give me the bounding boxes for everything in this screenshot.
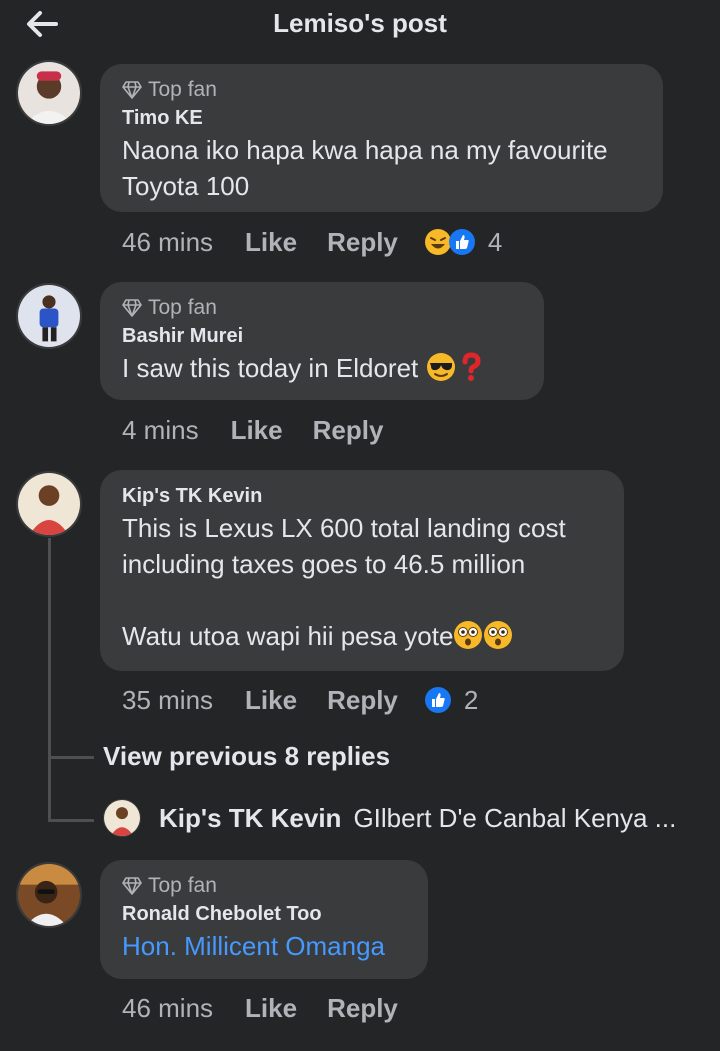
avatar-timo-ke[interactable]	[16, 60, 82, 126]
avatar-ronald-chebolet-too[interactable]	[16, 862, 82, 928]
avatar-kips-tk-kevin[interactable]	[16, 471, 82, 537]
comment-text: This is Lexus LX 600 total landing cost …	[122, 513, 566, 579]
reply-button[interactable]: Reply	[313, 415, 384, 446]
comment-bubble: Top fan Ronald Chebolet Too Hon. Millice…	[100, 860, 428, 979]
comment-time: 46 mins	[122, 226, 214, 257]
badge-label: Top fan	[148, 78, 217, 101]
tagged-profile-link[interactable]: Hon. Millicent Omanga	[122, 928, 406, 964]
comment-bubble: Top fan Bashir Murei I saw this today in…	[100, 282, 544, 400]
reaction-count: 2	[463, 684, 479, 715]
diamond-icon	[122, 299, 142, 317]
badge-label: Top fan	[148, 874, 217, 897]
reactions-summary[interactable]: 2	[424, 685, 478, 716]
comment-bubble: Kip's TK Kevin This is Lexus LX 600 tota…	[100, 470, 624, 671]
like-icon	[424, 686, 452, 714]
diamond-icon	[122, 81, 142, 99]
like-icon	[448, 228, 476, 256]
like-button[interactable]: Like	[245, 685, 297, 716]
reply-text: GIlbert D'e Canbal Kenya ...	[353, 802, 677, 833]
diamond-icon	[122, 877, 142, 895]
comment-actions: 4 mins Like Reply	[122, 410, 413, 450]
like-button[interactable]: Like	[231, 415, 283, 446]
thread-branch	[48, 756, 94, 759]
thread-line	[48, 538, 51, 820]
like-button[interactable]: Like	[245, 227, 297, 258]
comment-time: 35 mins	[122, 684, 214, 715]
reply-author: Kip's TK Kevin	[159, 802, 342, 833]
top-fan-badge: Top fan	[122, 872, 406, 900]
reply-button[interactable]: Reply	[327, 227, 398, 258]
comment-text: Naona iko hapa kwa hapa na my favourite …	[122, 135, 608, 201]
top-fan-badge: Top fan	[122, 294, 522, 322]
latest-reply-preview[interactable]: Kip's TK Kevin GIlbert D'e Canbal Kenya …	[103, 799, 676, 837]
comment-actions: 35 mins Like Reply 2	[122, 680, 478, 720]
sunglasses-emoji-icon	[426, 352, 456, 382]
reply-button[interactable]: Reply	[327, 685, 398, 716]
reaction-count: 4	[487, 226, 503, 257]
comment-text: Watu utoa wapi hii pesa yote	[122, 621, 454, 651]
comment-time: 46 mins	[122, 992, 214, 1023]
badge-label: Top fan	[148, 296, 217, 319]
avatar-kips-tk-kevin-small	[103, 799, 141, 837]
flushed-face-emoji-icon	[483, 620, 513, 650]
comment-author[interactable]: Timo KE	[122, 104, 641, 132]
comment-time: 4 mins	[122, 414, 199, 445]
top-fan-badge: Top fan	[122, 76, 641, 104]
comment-actions: 46 mins Like Reply 4	[122, 222, 502, 262]
comment-author[interactable]: Bashir Murei	[122, 322, 522, 350]
top-bar: Lemiso's post	[0, 0, 720, 52]
red-question-mark-icon	[456, 352, 486, 382]
comment-actions: 46 mins Like Reply	[122, 988, 428, 1028]
page-title: Lemiso's post	[273, 8, 447, 38]
thread-branch	[48, 819, 94, 822]
reply-button[interactable]: Reply	[327, 993, 398, 1024]
comment-bubble: Top fan Timo KE Naona iko hapa kwa hapa …	[100, 64, 663, 212]
like-button[interactable]: Like	[245, 993, 297, 1024]
comment-text: I saw this today in Eldoret	[122, 353, 419, 383]
view-previous-replies-link[interactable]: View previous 8 replies	[103, 741, 390, 772]
comment-text-line: Watu utoa wapi hii pesa yote	[122, 618, 602, 654]
flushed-face-emoji-icon	[453, 620, 483, 650]
comment-text-line: I saw this today in Eldoret	[122, 350, 522, 386]
avatar-bashir-murei[interactable]	[16, 283, 82, 349]
comment-author[interactable]: Kip's TK Kevin	[122, 482, 602, 510]
reactions-summary[interactable]: 4	[424, 227, 502, 258]
comment-author[interactable]: Ronald Chebolet Too	[122, 900, 406, 928]
